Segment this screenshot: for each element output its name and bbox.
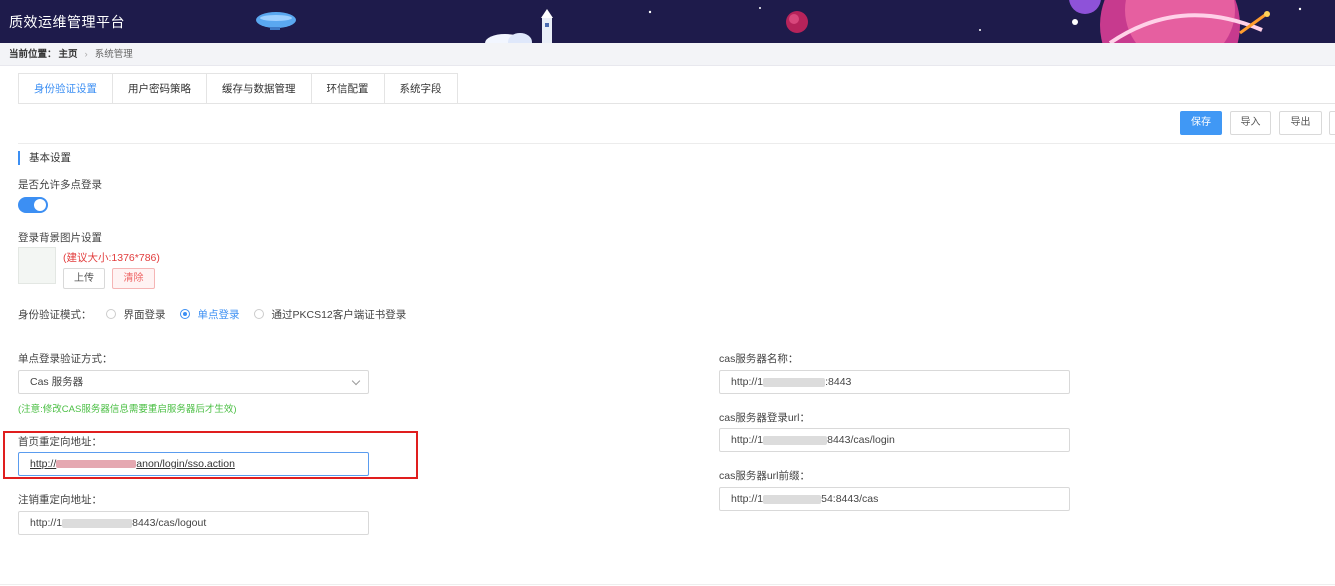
- logout-redirect-input[interactable]: http://1 8443/cas/logout: [18, 511, 369, 535]
- highlight-annotation: [3, 431, 418, 479]
- auth-mode-option-pkcs12[interactable]: 通过PKCS12客户端证书登录: [253, 307, 407, 322]
- header-illustration: [256, 0, 1302, 43]
- radio-icon: [105, 309, 116, 319]
- chevron-down-icon: [351, 376, 361, 386]
- redacted-mask: [763, 494, 822, 504]
- tab-password-policy[interactable]: 用户密码策略: [113, 73, 207, 104]
- cas-restart-note: (注意:修改CAS服务器信息需要重启服务器后才生效): [18, 404, 237, 415]
- tabs-divider: [18, 103, 1335, 104]
- sso-method-label: 单点登录验证方式：: [18, 353, 113, 365]
- clear-button[interactable]: 清除: [112, 268, 155, 289]
- import-button[interactable]: 导入: [1230, 111, 1271, 135]
- cas-login-url-suffix: 8443/cas/login: [827, 434, 895, 446]
- auth-mode-option-sso[interactable]: 单点登录: [179, 307, 240, 322]
- upload-button[interactable]: 上传: [63, 268, 105, 289]
- breadcrumb: 当前位置： 主页 › 系统管理: [0, 43, 1335, 66]
- redacted-mask: [62, 518, 133, 528]
- cas-server-name-prefix: http://1: [731, 376, 764, 388]
- redacted-mask: [763, 435, 828, 445]
- cas-url-prefix-label: cas服务器url前缀：: [719, 470, 811, 482]
- settings-tabs: 身份验证设置 用户密码策略 缓存与数据管理 环信配置 系统字段: [18, 73, 458, 104]
- tab-easemob-config[interactable]: 环信配置: [311, 73, 385, 104]
- cas-url-prefix-suffix: 54:8443/cas: [821, 493, 879, 505]
- save-button[interactable]: 保存: [1180, 111, 1222, 135]
- radio-checked-icon: [179, 309, 190, 319]
- section-title: 基本设置: [18, 151, 71, 165]
- radio-label: 界面登录: [123, 308, 166, 321]
- logout-redirect-suffix: 8443/cas/logout: [132, 517, 207, 529]
- breadcrumb-lead: 当前位置：: [9, 49, 57, 60]
- tab-system-fields[interactable]: 系统字段: [384, 73, 458, 104]
- cas-server-name-input[interactable]: http://1 :8443: [719, 370, 1070, 394]
- cas-server-name-suffix: :8443: [825, 376, 852, 388]
- multi-login-label: 是否允许多点登录: [18, 179, 102, 191]
- export-button[interactable]: 导出: [1279, 111, 1322, 135]
- breadcrumb-current: 系统管理: [94, 49, 133, 60]
- toggle-knob: [34, 199, 46, 211]
- page-bottom-divider: [0, 584, 1335, 585]
- tab-cache-data[interactable]: 缓存与数据管理: [207, 73, 312, 104]
- auth-mode-label: 身份验证模式：: [18, 308, 92, 321]
- background-size-hint: (建议大小:1376*786): [63, 252, 160, 264]
- more-button[interactable]: [1329, 111, 1335, 135]
- radio-icon: [253, 309, 264, 319]
- app-header: 质效运维管理平台: [0, 0, 1335, 43]
- chevron-right-icon: ›: [84, 49, 88, 60]
- cas-login-url-label: cas服务器登录url：: [719, 412, 811, 424]
- cas-server-name-label: cas服务器名称：: [719, 353, 799, 365]
- cas-url-prefix-input[interactable]: http://1 54:8443/cas: [719, 487, 1070, 511]
- background-preview[interactable]: [18, 247, 56, 284]
- auth-mode-group: 身份验证模式： 界面登录 单点登录 通过PKCS12客户端证书登录: [18, 307, 406, 321]
- auth-mode-option-ui[interactable]: 界面登录: [105, 307, 166, 322]
- cas-login-url-input[interactable]: http://1 8443/cas/login: [719, 428, 1070, 452]
- logout-redirect-prefix: http://1: [30, 517, 63, 529]
- cas-login-url-prefix: http://1: [731, 434, 764, 446]
- tab-auth-settings[interactable]: 身份验证设置: [18, 73, 113, 104]
- sso-method-select[interactable]: Cas 服务器: [18, 370, 369, 394]
- redacted-mask: [763, 377, 826, 387]
- toolbar-divider: [18, 143, 1335, 144]
- multi-login-toggle[interactable]: [18, 197, 48, 213]
- radio-label: 通过PKCS12客户端证书登录: [271, 308, 407, 321]
- background-label: 登录背景图片设置: [18, 232, 102, 244]
- breadcrumb-home[interactable]: 主页: [59, 49, 78, 60]
- sso-method-value: Cas 服务器: [30, 376, 84, 388]
- cas-url-prefix-prefix: http://1: [731, 493, 764, 505]
- radio-label: 单点登录: [197, 308, 240, 321]
- logout-redirect-label: 注销重定向地址：: [18, 494, 102, 506]
